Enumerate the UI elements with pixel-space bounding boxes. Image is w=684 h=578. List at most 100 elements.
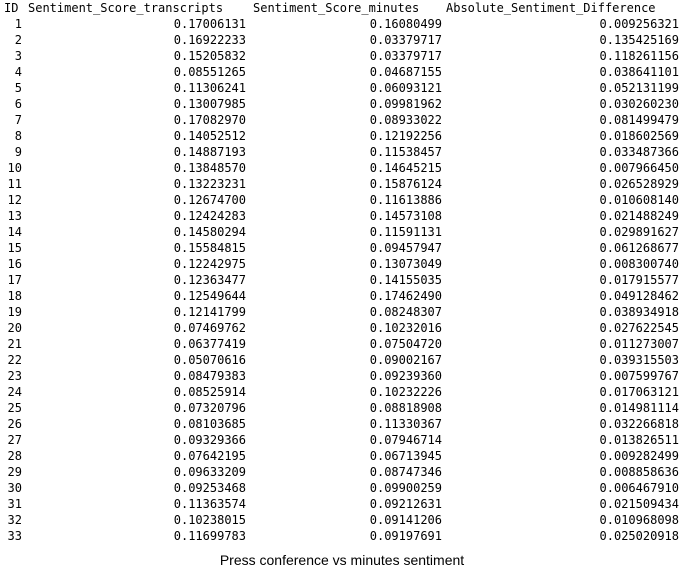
cell-id: 25 bbox=[7, 401, 22, 415]
cell-transcripts-score: 0.10238015 bbox=[173, 513, 246, 527]
table-row: 32 0.10238015 0.09141206 0.010968098 bbox=[0, 512, 684, 528]
cell-absolute-difference: 0.038934918 bbox=[599, 305, 679, 319]
table-row: 11 0.13223231 0.15876124 0.026528929 bbox=[0, 176, 684, 192]
table-row: 15 0.15584815 0.09457947 0.061268677 bbox=[0, 240, 684, 256]
table-row: 26 0.08103685 0.11330367 0.032266818 bbox=[0, 416, 684, 432]
cell-minutes-score: 0.13073049 bbox=[369, 257, 442, 271]
cell-transcripts-score: 0.11699783 bbox=[173, 529, 246, 543]
table-row: 25 0.07320796 0.08818908 0.014981114 bbox=[0, 400, 684, 416]
cell-transcripts-score: 0.14052512 bbox=[173, 129, 246, 143]
cell-id: 10 bbox=[7, 161, 22, 175]
table-row: 8 0.14052512 0.12192256 0.018602569 bbox=[0, 128, 684, 144]
cell-absolute-difference: 0.011273007 bbox=[599, 337, 679, 351]
cell-id: 32 bbox=[7, 513, 22, 527]
cell-minutes-score: 0.07504720 bbox=[369, 337, 442, 351]
cell-absolute-difference: 0.026528929 bbox=[599, 177, 679, 191]
cell-absolute-difference: 0.029891627 bbox=[599, 225, 679, 239]
data-table-output: ID Sentiment_Score_transcripts Sentiment… bbox=[0, 0, 684, 544]
cell-minutes-score: 0.11538457 bbox=[369, 145, 442, 159]
cell-id: 30 bbox=[7, 481, 22, 495]
cell-transcripts-score: 0.14887193 bbox=[173, 145, 246, 159]
header-absolute-sentiment-difference: Absolute_Sentiment_Difference bbox=[446, 1, 656, 15]
cell-transcripts-score: 0.09329366 bbox=[173, 433, 246, 447]
cell-minutes-score: 0.08933022 bbox=[369, 113, 442, 127]
cell-minutes-score: 0.09141206 bbox=[369, 513, 442, 527]
cell-transcripts-score: 0.14580294 bbox=[173, 225, 246, 239]
table-row: 27 0.09329366 0.07946714 0.013826511 bbox=[0, 432, 684, 448]
cell-transcripts-score: 0.12363477 bbox=[173, 273, 246, 287]
cell-id: 22 bbox=[7, 353, 22, 367]
cell-id: 5 bbox=[14, 81, 22, 95]
cell-absolute-difference: 0.039315503 bbox=[599, 353, 679, 367]
cell-transcripts-score: 0.12424283 bbox=[173, 209, 246, 223]
cell-minutes-score: 0.09197691 bbox=[369, 529, 442, 543]
cell-absolute-difference: 0.052131199 bbox=[599, 81, 679, 95]
cell-id: 17 bbox=[7, 273, 22, 287]
figure-caption: Press conference vs minutes sentiment bbox=[219, 552, 465, 568]
cell-transcripts-score: 0.05070616 bbox=[173, 353, 246, 367]
cell-id: 14 bbox=[7, 225, 22, 239]
cell-id: 31 bbox=[7, 497, 22, 511]
cell-absolute-difference: 0.135425169 bbox=[599, 33, 679, 47]
table-row: 28 0.07642195 0.06713945 0.009282499 bbox=[0, 448, 684, 464]
table-row: 9 0.14887193 0.11538457 0.033487366 bbox=[0, 144, 684, 160]
cell-minutes-score: 0.08248307 bbox=[369, 305, 442, 319]
cell-transcripts-score: 0.08525914 bbox=[173, 385, 246, 399]
cell-absolute-difference: 0.010968098 bbox=[599, 513, 679, 527]
cell-absolute-difference: 0.008858636 bbox=[599, 465, 679, 479]
table-row: 22 0.05070616 0.09002167 0.039315503 bbox=[0, 352, 684, 368]
cell-minutes-score: 0.09002167 bbox=[369, 353, 442, 367]
cell-id: 12 bbox=[7, 193, 22, 207]
cell-minutes-score: 0.15876124 bbox=[369, 177, 442, 191]
cell-id: 11 bbox=[7, 177, 22, 191]
cell-id: 28 bbox=[7, 449, 22, 463]
cell-transcripts-score: 0.13223231 bbox=[173, 177, 246, 191]
cell-absolute-difference: 0.009256321 bbox=[599, 17, 679, 31]
table-row: 23 0.08479383 0.09239360 0.007599767 bbox=[0, 368, 684, 384]
cell-transcripts-score: 0.08479383 bbox=[173, 369, 246, 383]
table-row: 13 0.12424283 0.14573108 0.021488249 bbox=[0, 208, 684, 224]
cell-minutes-score: 0.07946714 bbox=[369, 433, 442, 447]
cell-absolute-difference: 0.009282499 bbox=[599, 449, 679, 463]
cell-absolute-difference: 0.038641101 bbox=[599, 65, 679, 79]
cell-absolute-difference: 0.061268677 bbox=[599, 241, 679, 255]
cell-absolute-difference: 0.030260230 bbox=[599, 97, 679, 111]
cell-minutes-score: 0.14645215 bbox=[369, 161, 442, 175]
cell-id: 23 bbox=[7, 369, 22, 383]
cell-transcripts-score: 0.17006131 bbox=[173, 17, 246, 31]
cell-transcripts-score: 0.08551265 bbox=[173, 65, 246, 79]
cell-minutes-score: 0.06093121 bbox=[369, 81, 442, 95]
table-row: 30 0.09253468 0.09900259 0.006467910 bbox=[0, 480, 684, 496]
cell-transcripts-score: 0.12549644 bbox=[173, 289, 246, 303]
cell-transcripts-score: 0.09633209 bbox=[173, 465, 246, 479]
cell-id: 4 bbox=[14, 65, 22, 79]
cell-transcripts-score: 0.12242975 bbox=[173, 257, 246, 271]
table-row: 1 0.17006131 0.16080499 0.009256321 bbox=[0, 16, 684, 32]
cell-minutes-score: 0.10232226 bbox=[369, 385, 442, 399]
cell-transcripts-score: 0.12141799 bbox=[173, 305, 246, 319]
table-row: 33 0.11699783 0.09197691 0.025020918 bbox=[0, 528, 684, 544]
cell-absolute-difference: 0.017915577 bbox=[599, 273, 679, 287]
cell-minutes-score: 0.04687155 bbox=[369, 65, 442, 79]
cell-absolute-difference: 0.118261156 bbox=[599, 49, 679, 63]
cell-transcripts-score: 0.07469762 bbox=[173, 321, 246, 335]
cell-id: 24 bbox=[7, 385, 22, 399]
header-id: ID bbox=[4, 1, 19, 15]
cell-id: 29 bbox=[7, 465, 22, 479]
table-row: 14 0.14580294 0.11591131 0.029891627 bbox=[0, 224, 684, 240]
table-row: 4 0.08551265 0.04687155 0.038641101 bbox=[0, 64, 684, 80]
table-row: 3 0.15205832 0.03379717 0.118261156 bbox=[0, 48, 684, 64]
cell-absolute-difference: 0.014981114 bbox=[599, 401, 679, 415]
cell-transcripts-score: 0.15584815 bbox=[173, 241, 246, 255]
cell-id: 6 bbox=[14, 97, 22, 111]
table-row: 20 0.07469762 0.10232016 0.027622545 bbox=[0, 320, 684, 336]
cell-minutes-score: 0.08747346 bbox=[369, 465, 442, 479]
cell-transcripts-score: 0.09253468 bbox=[173, 481, 246, 495]
table-row: 7 0.17082970 0.08933022 0.081499479 bbox=[0, 112, 684, 128]
table-row: 2 0.16922233 0.03379717 0.135425169 bbox=[0, 32, 684, 48]
cell-id: 27 bbox=[7, 433, 22, 447]
cell-minutes-score: 0.03379717 bbox=[369, 33, 442, 47]
table-row: 18 0.12549644 0.17462490 0.049128462 bbox=[0, 288, 684, 304]
cell-absolute-difference: 0.008300740 bbox=[599, 257, 679, 271]
cell-transcripts-score: 0.11306241 bbox=[173, 81, 246, 95]
